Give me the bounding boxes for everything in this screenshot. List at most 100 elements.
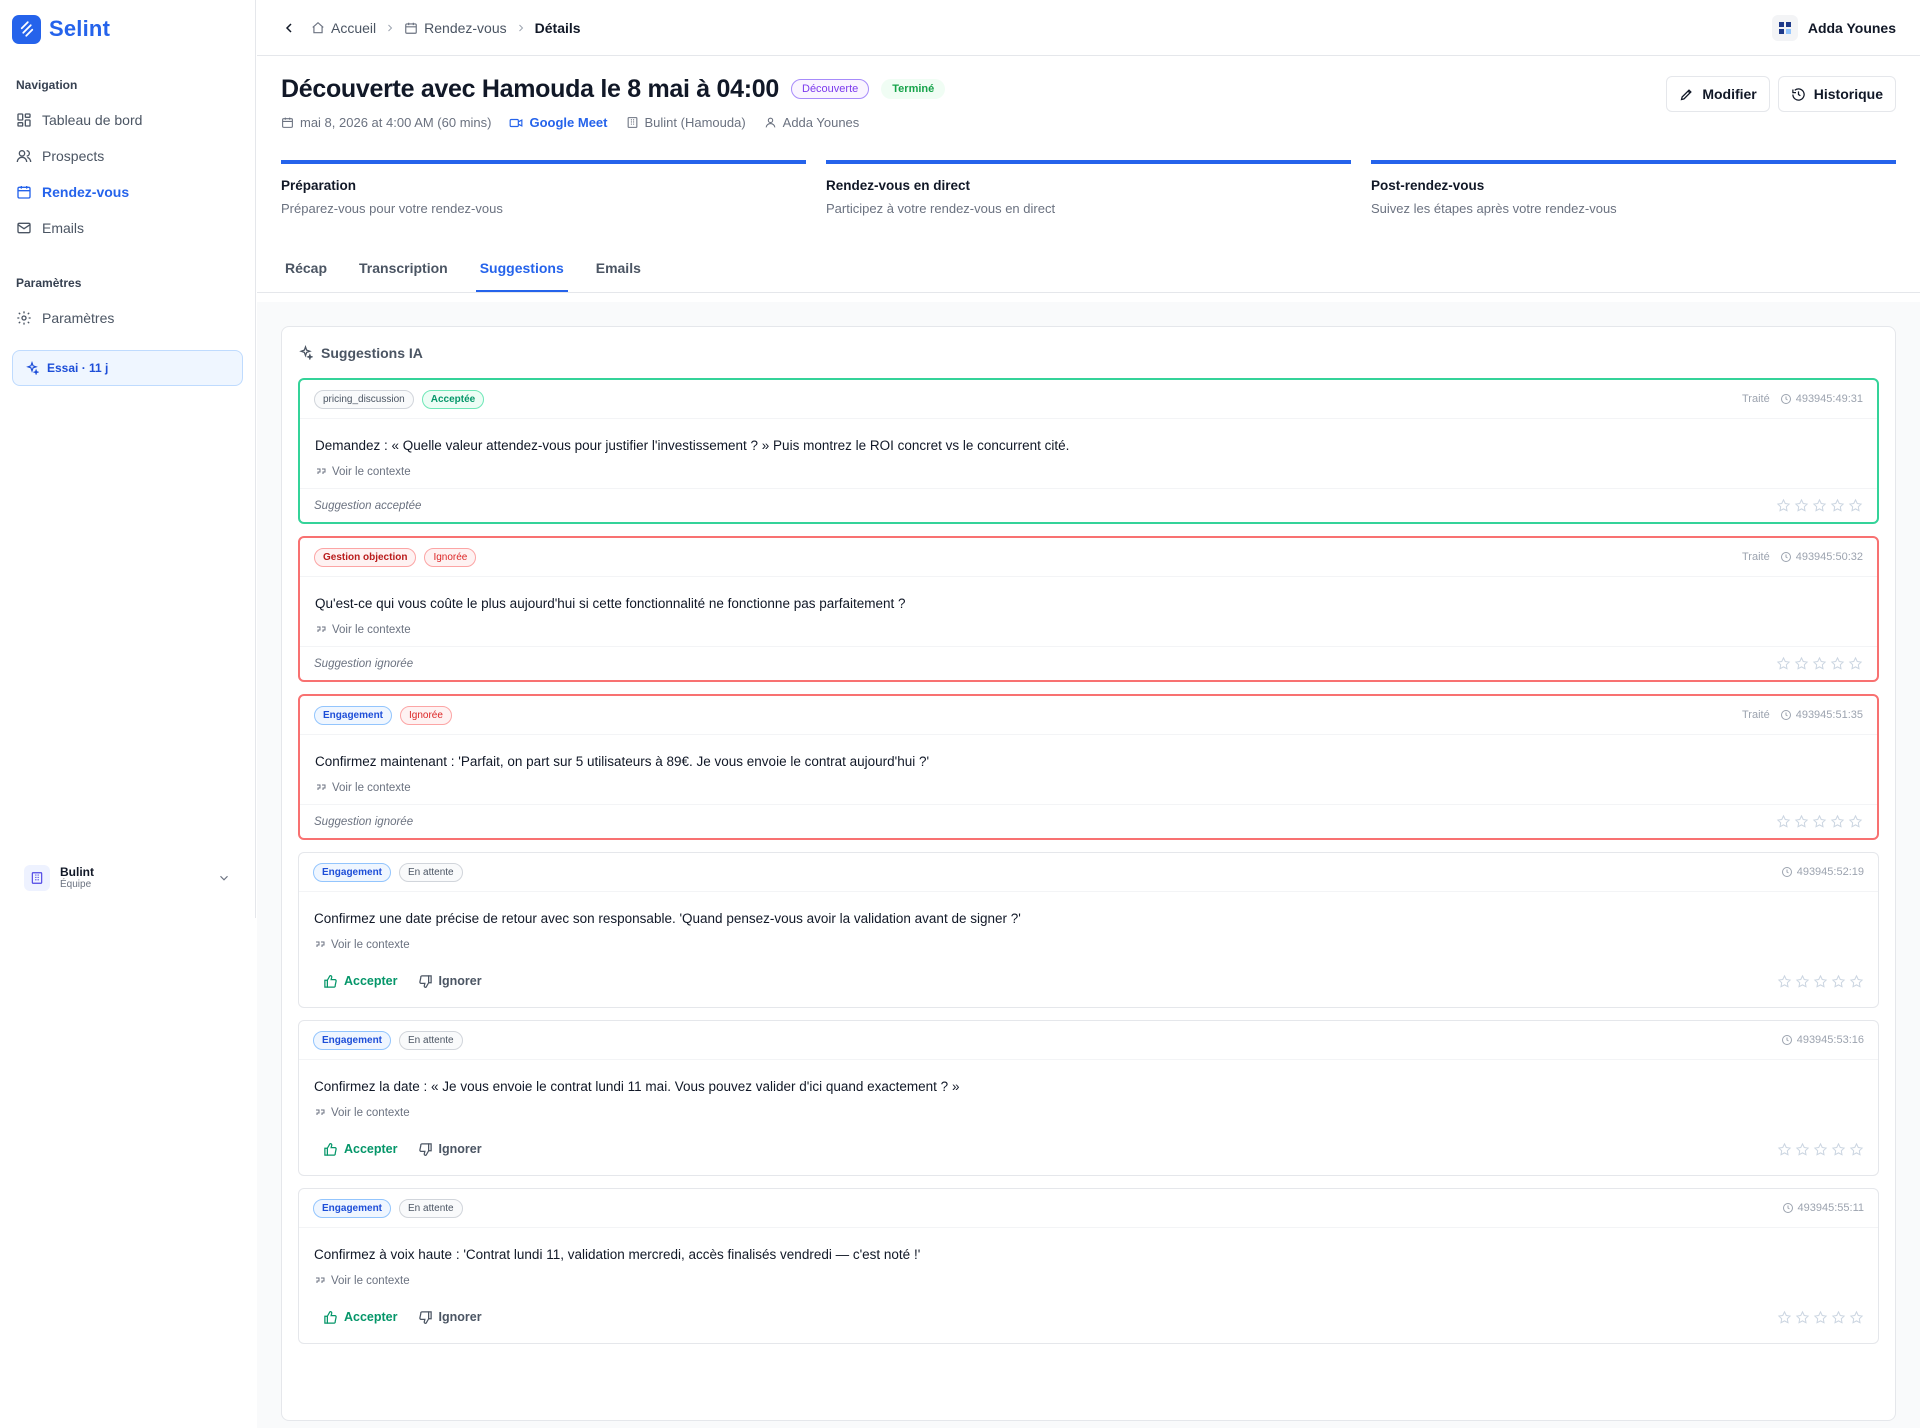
star-icon[interactable] bbox=[1831, 974, 1846, 989]
step-post[interactable]: Post-rendez-vous Suivez les étapes après… bbox=[1371, 160, 1896, 216]
tab-bar: Récap Transcription Suggestions Emails bbox=[257, 248, 1920, 293]
suggestion-header: pricing_discussion Acceptée Traité 493945:4… bbox=[300, 380, 1877, 419]
accept-button[interactable]: Accepter bbox=[313, 966, 408, 996]
view-context-link[interactable]: Voir le contexte bbox=[299, 1094, 1878, 1119]
tab-emails[interactable]: Emails bbox=[592, 248, 645, 292]
sidebar-item-emails[interactable]: Emails bbox=[12, 210, 243, 246]
panel-header: Suggestions IA bbox=[298, 327, 1879, 378]
processed-label: Traité bbox=[1741, 709, 1770, 721]
star-icon[interactable] bbox=[1813, 974, 1828, 989]
view-context-link[interactable]: Voir le contexte bbox=[299, 926, 1878, 951]
star-icon[interactable] bbox=[1794, 656, 1809, 671]
ignore-button[interactable]: Ignorer bbox=[408, 966, 492, 996]
star-icon[interactable] bbox=[1777, 1142, 1792, 1157]
ignore-button[interactable]: Ignorer bbox=[408, 1302, 492, 1332]
star-icon[interactable] bbox=[1812, 498, 1827, 513]
suggestion-time: 493945:49:31 bbox=[1780, 393, 1863, 405]
star-icon[interactable] bbox=[1777, 974, 1792, 989]
star-icon[interactable] bbox=[1848, 814, 1863, 829]
status-tag: Ignorée bbox=[400, 705, 452, 725]
back-button[interactable] bbox=[277, 16, 301, 40]
team-switcher[interactable]: Bulint Équipe bbox=[12, 860, 243, 896]
sidebar-item-settings[interactable]: Paramètres bbox=[12, 300, 243, 336]
quote-icon bbox=[317, 468, 326, 474]
star-icon[interactable] bbox=[1849, 974, 1864, 989]
suggestion-header: Engagement En attente 493945:53:16 bbox=[299, 1021, 1878, 1060]
tab-recap[interactable]: Récap bbox=[281, 248, 331, 292]
tab-suggestions[interactable]: Suggestions bbox=[475, 248, 568, 292]
trial-badge[interactable]: Essai · 11 j bbox=[12, 350, 243, 386]
ignore-button[interactable]: Ignorer bbox=[408, 1134, 492, 1164]
view-context-label: Voir le contexte bbox=[331, 939, 410, 951]
suggestion-time-text: 493945:49:31 bbox=[1795, 393, 1863, 405]
sidebar-item-dashboard[interactable]: Tableau de bord bbox=[12, 102, 243, 138]
suggestion-text: Confirmez une date précise de retour ave… bbox=[314, 911, 1021, 926]
star-icon[interactable] bbox=[1849, 1310, 1864, 1325]
chevron-down-icon bbox=[220, 875, 228, 881]
step-live[interactable]: Rendez-vous en direct Participez à votre… bbox=[826, 160, 1351, 216]
star-icon[interactable] bbox=[1812, 814, 1827, 829]
step-title: Rendez-vous en direct bbox=[826, 178, 971, 193]
suggestion-card: Engagement En attente 493945:53:16 Confirme… bbox=[298, 1020, 1879, 1176]
star-icon[interactable] bbox=[1794, 814, 1809, 829]
star-icon[interactable] bbox=[1777, 1310, 1792, 1325]
star-icon[interactable] bbox=[1776, 814, 1791, 829]
logo-icon bbox=[12, 14, 41, 44]
suggestion-footer: Suggestion ignorée bbox=[300, 646, 1877, 680]
sidebar-item-prospects[interactable]: Prospects bbox=[12, 138, 243, 174]
star-icon[interactable] bbox=[1848, 656, 1863, 671]
view-context-link[interactable]: Voir le contexte bbox=[300, 769, 1877, 794]
suggestion-time-text: 493945:50:32 bbox=[1795, 551, 1863, 563]
star-icon[interactable] bbox=[1830, 498, 1845, 513]
sidebar-item-rendez-vous[interactable]: Rendez-vous bbox=[12, 174, 243, 210]
user-menu[interactable]: Adda Younes bbox=[1771, 14, 1896, 41]
star-icon[interactable] bbox=[1812, 656, 1827, 671]
breadcrumb-home[interactable]: Accueil bbox=[311, 20, 376, 36]
star-icon[interactable] bbox=[1795, 1142, 1810, 1157]
main: Découverte avec Hamouda le 8 mai à 04:00… bbox=[257, 57, 1920, 1428]
star-icon[interactable] bbox=[1849, 1142, 1864, 1157]
star-icon[interactable] bbox=[1776, 498, 1791, 513]
suggestion-time-text: 493945:55:11 bbox=[1797, 1202, 1864, 1214]
step-preparation[interactable]: Préparation Préparez-vous pour votre ren… bbox=[281, 160, 806, 216]
edit-button[interactable]: Modifier bbox=[1666, 76, 1770, 112]
accept-button[interactable]: Accepter bbox=[313, 1302, 408, 1332]
meeting-platform-link[interactable]: Google Meet bbox=[509, 115, 608, 130]
star-icon[interactable] bbox=[1795, 974, 1810, 989]
view-context-link[interactable]: Voir le contexte bbox=[300, 453, 1877, 478]
star-icon[interactable] bbox=[1776, 656, 1791, 671]
star-icon[interactable] bbox=[1830, 656, 1845, 671]
thumbs-up-icon bbox=[324, 1142, 337, 1156]
star-icon[interactable] bbox=[1794, 498, 1809, 513]
accept-label: Accepter bbox=[344, 1310, 398, 1324]
logo[interactable]: Selint bbox=[0, 0, 255, 58]
breadcrumb-label: Accueil bbox=[331, 19, 377, 36]
rating-stars bbox=[1777, 1310, 1864, 1325]
history-button[interactable]: Historique bbox=[1777, 76, 1896, 112]
tab-transcription[interactable]: Transcription bbox=[355, 248, 452, 292]
breadcrumb-label: Rendez-vous bbox=[424, 19, 507, 36]
quote-icon bbox=[317, 626, 326, 632]
accept-button[interactable]: Accepter bbox=[313, 1134, 408, 1164]
settings-heading: Paramètres bbox=[16, 276, 82, 290]
suggestion-card: Gestion objection Ignorée Traité 493945:50:… bbox=[298, 536, 1879, 682]
star-icon[interactable] bbox=[1795, 1310, 1810, 1325]
meeting-steps: Préparation Préparez-vous pour votre ren… bbox=[257, 160, 1920, 216]
view-context-link[interactable]: Voir le contexte bbox=[299, 1262, 1878, 1287]
thumbs-down-icon bbox=[418, 974, 432, 988]
suggestion-status-note: Suggestion ignorée bbox=[314, 657, 414, 670]
breadcrumb: Accueil Rendez-vous Détails bbox=[311, 20, 581, 36]
star-icon[interactable] bbox=[1813, 1142, 1828, 1157]
star-icon[interactable] bbox=[1831, 1142, 1846, 1157]
breadcrumb-rendez-vous[interactable]: Rendez-vous bbox=[404, 20, 507, 36]
star-icon[interactable] bbox=[1830, 814, 1845, 829]
suggestion-footer: Suggestion acceptée bbox=[300, 488, 1877, 522]
star-icon[interactable] bbox=[1848, 498, 1863, 513]
view-context-label: Voir le contexte bbox=[332, 466, 411, 478]
star-icon[interactable] bbox=[1813, 1310, 1828, 1325]
star-icon[interactable] bbox=[1831, 1310, 1846, 1325]
meeting-company-text: Bulint (Hamouda) bbox=[644, 115, 746, 130]
view-context-link[interactable]: Voir le contexte bbox=[300, 611, 1877, 636]
status-badge: Terminé bbox=[881, 79, 946, 99]
suggestion-time-text: 493945:53:16 bbox=[1796, 1034, 1864, 1046]
